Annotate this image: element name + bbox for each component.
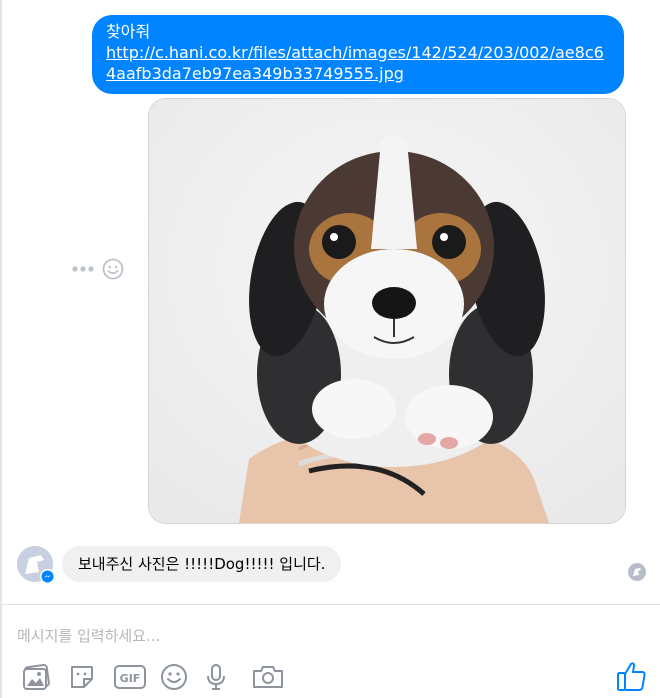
voice-clip-button[interactable] xyxy=(206,660,252,694)
outgoing-message-link[interactable]: http://c.hani.co.kr/files/attach/images/… xyxy=(106,43,604,83)
emoji-icon xyxy=(161,664,187,690)
camera-icon xyxy=(253,666,283,688)
like-button[interactable] xyxy=(617,660,647,692)
microphone-icon xyxy=(207,664,225,690)
emoji-button[interactable] xyxy=(160,660,206,694)
messenger-badge-icon xyxy=(40,569,55,584)
outgoing-message-bubble[interactable]: 찾아줘 http://c.hani.co.kr/files/attach/ima… xyxy=(92,15,624,94)
gif-icon: GIF xyxy=(114,665,146,689)
photo-attachment[interactable] xyxy=(148,98,626,524)
composer-divider xyxy=(2,604,660,605)
outgoing-message-text: 찾아줘 xyxy=(106,22,151,41)
message-hover-actions xyxy=(72,258,124,280)
message-input[interactable] xyxy=(17,624,517,648)
puppy-photo xyxy=(149,99,625,523)
gif-button[interactable]: GIF xyxy=(114,660,160,694)
sticker-button[interactable] xyxy=(68,660,114,694)
reaction-emoji-icon[interactable] xyxy=(102,258,124,280)
photo-icon xyxy=(23,663,50,690)
sticker-icon xyxy=(71,666,93,688)
gif-label: GIF xyxy=(120,672,141,685)
photo-button[interactable] xyxy=(22,660,68,694)
seen-indicator-icon xyxy=(628,563,646,581)
composer-toolbar: GIF xyxy=(22,660,298,694)
camera-button[interactable] xyxy=(252,660,298,694)
thumbs-up-icon xyxy=(617,662,646,691)
left-border xyxy=(0,0,2,698)
incoming-message-bubble[interactable]: 보내주신 사진은 !!!!!Dog!!!!! 입니다. xyxy=(62,546,342,582)
more-options-icon[interactable] xyxy=(72,265,94,273)
